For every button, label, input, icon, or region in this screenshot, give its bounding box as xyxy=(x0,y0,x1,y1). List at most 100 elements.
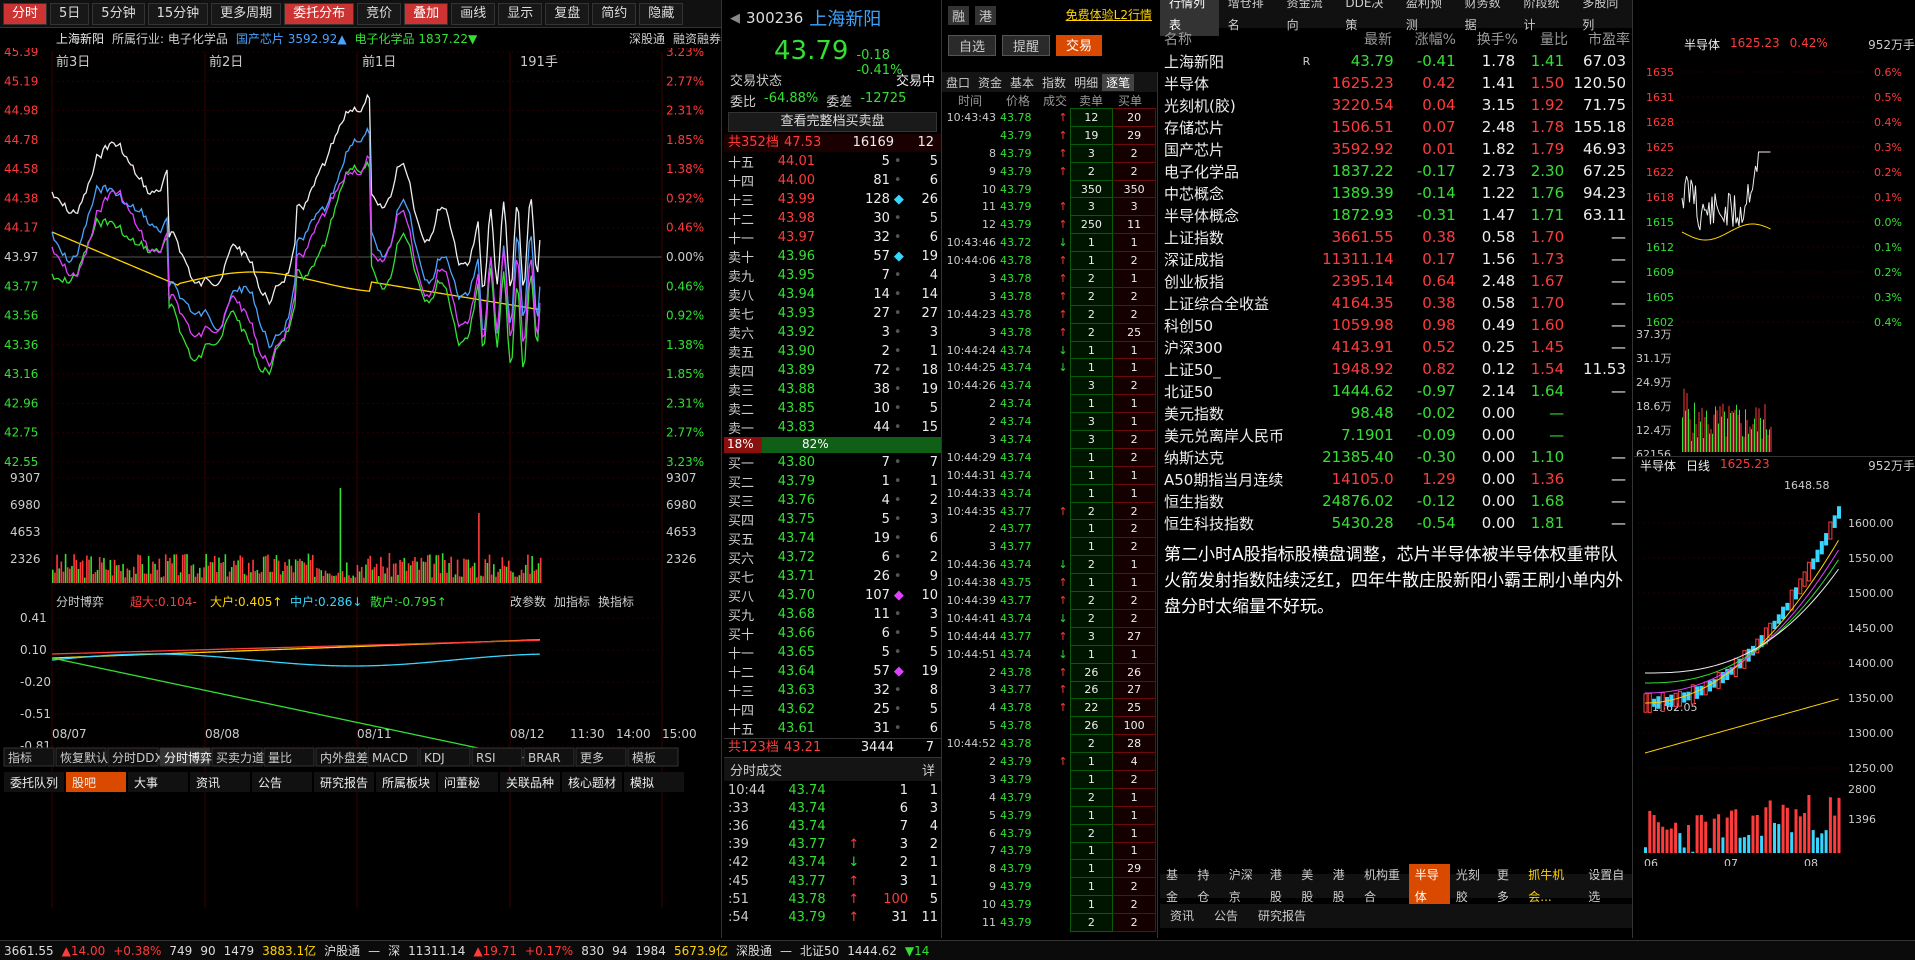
book-row[interactable]: 买九 43.68 11 • 3 xyxy=(726,605,940,624)
book-row[interactable]: 卖五 43.90 2 • 1 xyxy=(726,342,940,361)
market-header-2[interactable]: 最新 xyxy=(1320,29,1392,49)
tick-tab-0[interactable]: 盘口 xyxy=(942,74,974,91)
toolbar-item-8[interactable]: 画线 xyxy=(451,2,496,25)
trades-detail-button[interactable]: 详 xyxy=(922,760,935,779)
tick-tab-5[interactable]: 逐笔 xyxy=(1102,73,1135,91)
daily-period[interactable]: 日线 xyxy=(1686,457,1710,473)
ind-tab-5[interactable]: 量比 xyxy=(268,751,292,765)
book-row[interactable]: 买十 43.66 6 • 5 xyxy=(726,624,940,643)
market-row[interactable]: 北证50 1444.62 -0.97 2.14 1.64 — xyxy=(1160,380,1630,402)
toolbar-item-0[interactable]: 分时 xyxy=(3,2,48,25)
market-row[interactable]: 中芯概念 1389.39 -0.14 1.22 1.76 94.23 xyxy=(1160,182,1630,204)
market-btab-4[interactable]: 美股 xyxy=(1295,864,1326,908)
bottom-tab-6[interactable]: 所属板块 xyxy=(382,776,430,790)
ind-tab-3[interactable]: 分时博弈 xyxy=(164,750,212,765)
market-header-4[interactable]: 换手% xyxy=(1456,29,1518,49)
ind-tab-6[interactable]: 内外盘差 xyxy=(320,750,368,765)
bottom-tab-10[interactable]: 模拟 xyxy=(630,776,654,790)
market-btab-0[interactable]: 基金 xyxy=(1160,864,1191,908)
market-row[interactable]: 上海新阳 R 43.79 -0.41 1.78 1.41 67.03 xyxy=(1160,50,1630,72)
book-row[interactable]: 十五 43.61 31 • 6 xyxy=(726,719,940,738)
market-header-6[interactable]: 市盈率 xyxy=(1568,29,1630,49)
ind-tab-11[interactable]: 更多 xyxy=(580,751,604,765)
market-row[interactable]: 电子化学品 1837.22 -0.17 2.73 2.30 67.25 xyxy=(1160,160,1630,182)
ind-tab-1[interactable]: 恢复默认 xyxy=(60,750,108,765)
ind-tab-8[interactable]: KDJ xyxy=(424,751,445,765)
alert-button[interactable]: 提醒 xyxy=(1002,35,1051,56)
book-row[interactable]: 十二 43.98 30 • 5 xyxy=(726,209,940,228)
market-row[interactable]: 上证50_ 1948.92 0.82 0.12 1.54 11.53 xyxy=(1160,358,1630,380)
book-row[interactable]: 买四 43.75 5 • 3 xyxy=(726,510,940,529)
book-row[interactable]: 卖七 43.93 27 • 27 xyxy=(726,304,940,323)
book-row[interactable]: 卖四 43.89 72 • 18 xyxy=(726,361,940,380)
market-btab-11[interactable]: 设置自选 xyxy=(1582,864,1632,908)
ind-tab-10[interactable]: BRAR xyxy=(528,751,561,765)
sector-daily-chart[interactable]: 1600.00 1550.00 1500.00 1450.00 1400.00 1350.… xyxy=(1634,473,1915,866)
toolbar-item-10[interactable]: 复盘 xyxy=(545,2,590,25)
market-row[interactable]: 纳斯达克 21385.40 -0.30 0.00 1.10 — xyxy=(1160,446,1630,468)
book-row[interactable]: 买六 43.72 6 • 2 xyxy=(726,548,940,567)
market-btab-6[interactable]: 机构重合 xyxy=(1358,864,1409,908)
full-depth-button[interactable]: 查看完整档买卖盘 xyxy=(728,112,937,132)
bottom-tab-4[interactable]: 公告 xyxy=(258,776,282,790)
toolbar-item-12[interactable]: 隐藏 xyxy=(639,2,684,25)
tab-rong[interactable]: 融 xyxy=(948,6,970,25)
market-header-3[interactable]: 涨幅% xyxy=(1392,29,1456,49)
market-row[interactable]: 美元兑离岸人民币 7.1901 -0.09 0.00 — xyxy=(1160,424,1630,446)
market-btab-3[interactable]: 港股 xyxy=(1264,864,1295,908)
book-row[interactable]: 买七 43.71 26 • 9 xyxy=(726,567,940,586)
market-row[interactable]: 半导体 1625.23 0.42 1.41 1.50 120.50 xyxy=(1160,72,1630,94)
link-rzrq[interactable]: 融资融券 xyxy=(673,30,721,47)
market-row[interactable]: 存储芯片 1506.51 0.07 2.48 1.78 155.18 xyxy=(1160,116,1630,138)
book-row[interactable]: 十一 43.97 32 • 6 xyxy=(726,228,940,247)
market-btab-5[interactable]: 港股 xyxy=(1327,864,1358,908)
news-tab-2[interactable]: 研究报告 xyxy=(1248,905,1316,927)
news-tab-1[interactable]: 公告 xyxy=(1204,905,1248,927)
ind-tab-0[interactable]: 指标 xyxy=(8,750,32,765)
ind-tab-12[interactable]: 模板 xyxy=(632,751,656,765)
book-row[interactable]: 十三 43.63 32 • 8 xyxy=(726,681,940,700)
book-row[interactable]: 卖二 43.85 10 • 5 xyxy=(726,399,940,418)
tick-tab-2[interactable]: 基本 xyxy=(1006,74,1038,91)
ind-tab-4[interactable]: 买卖力道 xyxy=(216,751,264,765)
tick-tab-3[interactable]: 指数 xyxy=(1038,74,1070,91)
market-row[interactable]: 美元指数 98.48 -0.02 0.00 — xyxy=(1160,402,1630,424)
toolbar-item-9[interactable]: 显示 xyxy=(498,2,543,25)
book-row[interactable]: 十一 43.65 5 • 5 xyxy=(726,643,940,662)
bottom-tab-8[interactable]: 关联品种 xyxy=(506,776,554,790)
market-btab-7[interactable]: 半导体 xyxy=(1408,864,1450,908)
market-row[interactable]: A50期指当月连续 14105.0 1.29 0.00 1.36 — xyxy=(1160,468,1630,490)
toolbar-item-4[interactable]: 更多周期 xyxy=(211,2,282,25)
tick-tab-1[interactable]: 资金 xyxy=(974,74,1006,91)
tab-gang[interactable]: 港 xyxy=(975,6,997,25)
sector-intraday-chart[interactable]: 1635 0.6% 1631 0.5% 1628 0.4% 1625 0.3% 1622 0.2%… xyxy=(1634,52,1915,456)
toolbar-item-2[interactable]: 5分钟 xyxy=(92,2,145,25)
toolbar-item-6[interactable]: 竞价 xyxy=(357,2,402,25)
intraday-chart[interactable]: 45.39 3.23% 45.19 2.77% 44.98 2.31% 44.78 1.85%… xyxy=(0,48,722,918)
market-row[interactable]: 上证指数 3661.55 0.38 0.58 1.70 — xyxy=(1160,226,1630,248)
ind-tab-7[interactable]: MACD xyxy=(372,751,408,765)
book-row[interactable]: 买二 43.79 1 • 1 xyxy=(726,472,940,491)
news-tab-0[interactable]: 资讯 xyxy=(1160,905,1204,927)
ind-tab-9[interactable]: RSI xyxy=(476,751,496,765)
book-row[interactable]: 买三 43.76 4 • 2 xyxy=(726,491,940,510)
market-row[interactable]: 国产芯片 3592.92 0.01 1.82 1.79 46.93 xyxy=(1160,138,1630,160)
book-row[interactable]: 十三 43.99 128 ◆ 26 xyxy=(726,190,940,209)
market-header-0[interactable]: 名称 xyxy=(1160,29,1300,49)
toolbar-item-1[interactable]: 5日 xyxy=(50,2,90,25)
bottom-tab-9[interactable]: 核心题材 xyxy=(568,776,616,790)
book-row[interactable]: 十五 44.01 5 • 5 xyxy=(726,152,940,171)
book-row[interactable]: 十四 44.00 81 • 6 xyxy=(726,171,940,190)
market-row[interactable]: 半导体概念 1872.93 -0.31 1.47 1.71 63.11 xyxy=(1160,204,1630,226)
bottom-tab-1[interactable]: 股吧 xyxy=(72,776,96,790)
book-row[interactable]: 买五 43.74 19 • 6 xyxy=(726,529,940,548)
trade-button[interactable]: 交易 xyxy=(1056,35,1103,56)
market-row[interactable]: 深证成指 11311.14 0.17 1.56 1.73 — xyxy=(1160,248,1630,270)
market-row[interactable]: 恒生指数 24876.02 -0.12 0.00 1.68 — xyxy=(1160,490,1630,512)
market-header-5[interactable]: 量比 xyxy=(1518,29,1568,49)
book-row[interactable]: 卖三 43.88 38 • 19 xyxy=(726,380,940,399)
market-row[interactable]: 科创50 1059.98 0.98 0.49 1.60 — xyxy=(1160,314,1630,336)
book-row[interactable]: 买八 43.70 107 ◆ 10 xyxy=(726,586,940,605)
ind-tab-2[interactable]: 分时DDX xyxy=(112,751,163,765)
book-row[interactable]: 买一 43.80 7 • 7 xyxy=(726,453,940,472)
